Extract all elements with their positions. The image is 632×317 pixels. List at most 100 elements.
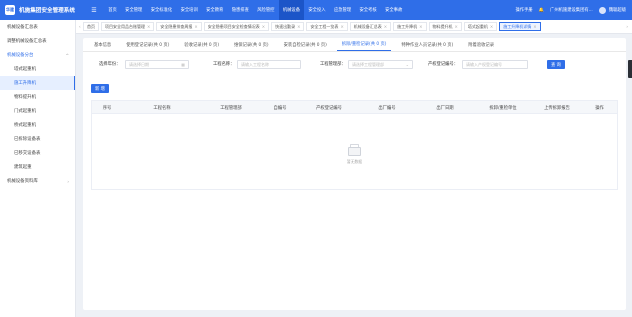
bell-icon[interactable]: 🔔 [539, 8, 544, 13]
main-panel: 基本信息 使用登记记录(共 0 页) 验收记录(共 0 页) 维保记录(共 0 … [83, 38, 626, 310]
side-drawer-handle[interactable] [628, 60, 632, 78]
tab-label: 施工升降机详情 [503, 23, 532, 29]
user-name[interactable]: 魏聪超级 [609, 7, 626, 13]
sidebar-item-bridge-crane[interactable]: 桥式起重机 [0, 118, 75, 132]
page-tab[interactable]: 安全隐患项目安全检查情况表 × [203, 22, 270, 31]
topnav-item[interactable]: 隐患排查 [228, 0, 254, 20]
topnav-item[interactable]: 首页 [104, 0, 121, 20]
column-header: 产权登记编号 [316, 105, 342, 111]
page-tab[interactable]: 物料提升机 × [428, 22, 462, 31]
close-icon[interactable]: × [147, 24, 150, 29]
topnav-item[interactable]: 风险管控 [253, 0, 279, 20]
column-header: 出厂编号 [378, 105, 396, 111]
page-tab[interactable]: 首页 [83, 22, 99, 31]
topnav-item[interactable]: 应急管理 [330, 0, 356, 20]
property-reg-input[interactable]: 请输入产权登记编号 [462, 60, 528, 69]
filter-bar: 选择年份： 请选择日期 ▦ 工程名称： 请输入工程名称 工程管理部： 请选择工程… [83, 60, 626, 70]
empty-text: 暂无数据 [346, 159, 363, 164]
project-manager-select[interactable]: 请选择工程管理部 ⌄ [348, 60, 413, 69]
topnav-item[interactable]: 安全考核 [355, 0, 381, 20]
topnav-item[interactable]: 安全教育 [202, 0, 228, 20]
brand[interactable]: 华建 机施集团安全管理系统 [0, 0, 76, 20]
sidebar-item-adjusted-summary[interactable]: 调整机械设备汇总表 [0, 34, 75, 48]
topnav-item[interactable]: 安全管理 [121, 0, 147, 20]
sidebar-item-building-lifting[interactable]: 建筑起重 [0, 160, 75, 174]
topnav-item[interactable]: 安全事故 [381, 0, 407, 20]
sidebar-item-dismantled[interactable]: 已拆除设备表 [0, 132, 75, 146]
topnav-item[interactable]: 安全投入 [304, 0, 330, 20]
tab-label: 项目安全用品台账管理 [105, 23, 145, 29]
page-tab-active[interactable]: 施工升降机详情 × [499, 22, 541, 31]
chevron-up-icon: ^ [65, 52, 69, 58]
column-header: 上传拆卸报告 [544, 105, 570, 111]
tab-label: 安全工程一览表 [310, 23, 339, 29]
sidebar-group-equipment-ledger[interactable]: 机械设备分台 ^ [0, 48, 75, 62]
page-tab[interactable]: 塔式起重机 × [463, 22, 498, 31]
page-tab[interactable]: 安全隐患排查周报 × [156, 22, 202, 31]
close-icon[interactable]: × [194, 24, 197, 29]
tab-label: 施工升降机 [397, 23, 418, 29]
topnav-item[interactable]: 安全标准化 [147, 0, 177, 20]
project-manager-label: 工程管理部： [320, 62, 346, 67]
column-header: 工程名称 [153, 105, 171, 111]
column-header: 操作 [595, 105, 604, 111]
detail-tab-active[interactable]: 拆除/重检记录(共 0 页) [336, 38, 392, 51]
close-icon[interactable]: × [384, 24, 387, 29]
tab-label: 机械设备汇总表 [353, 23, 382, 29]
empty-box-icon [346, 144, 363, 156]
column-header: 序号 [102, 105, 112, 111]
chevron-down-icon: ⌄ [405, 62, 409, 67]
hamburger-icon[interactable]: ☰ [87, 7, 101, 14]
sidebar-item-construction-hoist[interactable]: 施工升降机 [0, 76, 75, 90]
detail-tab[interactable]: 验收记录(共 0 页) [179, 38, 224, 51]
detail-tabs: 基本信息 使用登记记录(共 0 页) 验收记录(共 0 页) 维保记录(共 0 … [83, 38, 626, 52]
property-reg-placeholder: 请输入产权登记编号 [466, 62, 502, 67]
detail-tab[interactable]: 特种作业人员记录(共 0 页) [396, 38, 458, 51]
sidebar-item-material-hoist[interactable]: 物料提升机 [0, 90, 75, 104]
manual-link[interactable]: 操作手册 [515, 7, 532, 13]
year-picker[interactable]: 请选择日期 ▦ [125, 60, 189, 69]
search-button[interactable]: 查 询 [547, 60, 565, 69]
column-header: 自编号 [273, 105, 287, 111]
sidebar-item-transferred[interactable]: 已移交设备表 [0, 146, 75, 160]
page-tab[interactable]: 安全工程一览表 × [306, 22, 348, 31]
close-icon[interactable]: × [490, 24, 493, 29]
detail-tab[interactable]: 安装自检记录(共 0 页) [279, 38, 332, 51]
detail-tab[interactable]: 使用登记记录(共 0 页) [121, 38, 174, 51]
empty-state: 暂无数据 [92, 114, 617, 189]
project-manager-placeholder: 请选择工程管理部 [352, 62, 384, 67]
detail-tab[interactable]: 维保记录(共 0 页) [229, 38, 274, 51]
sidebar-item-equipment-summary[interactable]: 机械设备汇总表 [0, 20, 75, 34]
page-tab[interactable]: 机械设备汇总表 × [349, 22, 392, 31]
top-bar: 华建 机施集团安全管理系统 ☰ 首页 安全管理 安全标准化 安全培训 安全教育 … [0, 0, 632, 20]
chevron-right-icon[interactable]: › [626, 24, 628, 29]
close-icon[interactable]: × [340, 24, 343, 29]
detail-tab[interactable]: 附着验收记录 [463, 38, 499, 51]
sidebar-item-label: 物料提升机 [14, 95, 36, 100]
add-button[interactable]: 新 增 [91, 84, 109, 93]
column-header: 拆卸/重检单位 [489, 105, 517, 111]
project-name-label: 工程名称： [213, 62, 235, 67]
company-selector[interactable]: 广州机施建设集团有... [550, 7, 593, 13]
sidebar-item-tower-crane[interactable]: 塔式起重机 [0, 62, 75, 76]
year-picker-placeholder: 请选择日期 [129, 62, 149, 67]
close-icon[interactable]: × [262, 24, 265, 29]
tab-label: 快速出勤录 [275, 23, 296, 29]
close-icon[interactable]: × [455, 24, 458, 29]
page-tab[interactable]: 施工升降机 × [393, 22, 427, 31]
sidebar-item-label: 施工升降机 [14, 81, 36, 86]
sidebar-group-equipment-library[interactable]: 机械设备资料库 › [0, 174, 75, 188]
topnav-item-active[interactable]: 机械设备 [278, 0, 305, 20]
close-icon[interactable]: × [297, 24, 300, 29]
detail-tab[interactable]: 基本信息 [89, 38, 116, 51]
close-icon[interactable]: × [533, 24, 536, 29]
close-icon[interactable]: × [419, 24, 422, 29]
project-name-input[interactable]: 请输入工程名称 [237, 60, 301, 69]
avatar[interactable] [598, 6, 606, 14]
table-header: 序号 工程名称 工程管理部 自编号 产权登记编号 出厂编号 出厂日期 拆卸/重检… [92, 101, 617, 114]
topnav-item[interactable]: 安全培训 [176, 0, 202, 20]
page-tab[interactable]: 项目安全用品台账管理 × [101, 22, 155, 31]
sidebar-item-gantry-crane[interactable]: 门式起重机 [0, 104, 75, 118]
calendar-icon: ▦ [181, 62, 185, 67]
page-tab[interactable]: 快速出勤录 × [271, 22, 305, 31]
